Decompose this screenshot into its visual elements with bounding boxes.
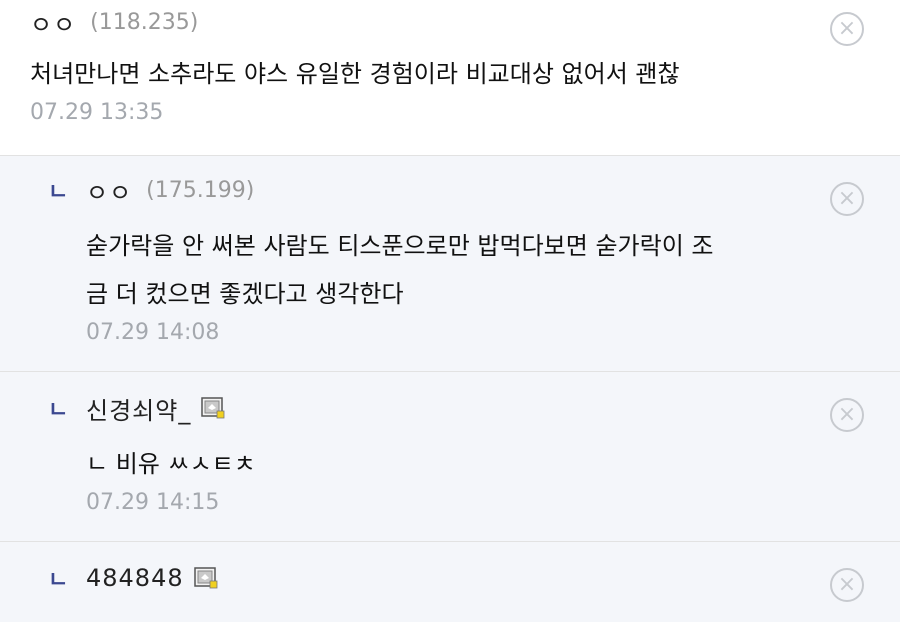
close-icon: × (837, 16, 857, 41)
reply-item: ㄴ ㅇㅇ (175.199) 숟가락을 안 써본 사람도 티스푼으로만 밥먹다보… (0, 156, 900, 372)
comment-ip: (118.235) (90, 9, 199, 35)
reply-text-line: 금 더 컸으면 좋겠다고 생각한다 (86, 280, 404, 308)
reply-timestamp: 07.29 14:08 (86, 320, 220, 345)
reply-marker-icon: ㄴ (48, 180, 69, 205)
reply-meta: ㄴ 484848 (48, 542, 900, 598)
comment-meta: ㅇㅇ (118.235) (30, 0, 900, 42)
member-badge-icon (193, 567, 218, 589)
reply-text-line: 숟가락을 안 써본 사람도 티스푼으로만 밥먹다보면 숟가락이 조 (86, 232, 714, 260)
comment-timestamp: 07.29 13:35 (30, 100, 164, 125)
close-icon: × (837, 572, 857, 597)
delete-comment-button[interactable]: × (830, 12, 864, 46)
close-icon: × (837, 186, 857, 211)
reply-ip: (175.199) (146, 177, 255, 203)
reply-item: ㄴ 484848 × (0, 542, 900, 622)
close-icon: × (837, 402, 857, 427)
reply-meta: ㄴ ㅇㅇ (175.199) (48, 156, 900, 210)
reply-nickname[interactable]: ㅇㅇ (86, 173, 132, 208)
reply-marker-icon: ㄴ (48, 398, 69, 423)
reply-body: 숟가락을 안 써본 사람도 티스푼으로만 밥먹다보면 숟가락이 조 금 더 컸으… (48, 222, 900, 345)
comment-item: ㅇㅇ (118.235) 처녀만나면 소추라도 야스 유일한 경험이라 비교대상… (0, 0, 900, 156)
comment-nickname[interactable]: ㅇㅇ (30, 5, 76, 40)
reply-nickname[interactable]: 신경쇠약_ (86, 391, 191, 426)
comment-text: 처녀만나면 소추라도 야스 유일한 경험이라 비교대상 없어서 괜찮 (30, 60, 680, 88)
reply-marker-icon: ㄴ (48, 568, 69, 593)
reply-body: ㄴ 비유 ㅆㅅㅌㅊ 07.29 14:15 (48, 440, 900, 515)
reply-timestamp: 07.29 14:15 (86, 490, 220, 515)
delete-reply-button[interactable]: × (830, 182, 864, 216)
member-badge-icon (201, 397, 225, 419)
reply-meta: ㄴ 신경쇠약_ (48, 372, 900, 428)
reply-item: ㄴ 신경쇠약_ ㄴ 비유 ㅆㅅㅌㅊ 07.29 14:15 × (0, 372, 900, 542)
reply-nickname[interactable]: 484848 (86, 564, 184, 592)
delete-reply-button[interactable]: × (830, 398, 864, 432)
reply-text: ㄴ 비유 ㅆㅅㅌㅊ (86, 450, 256, 478)
delete-reply-button[interactable]: × (830, 568, 864, 602)
